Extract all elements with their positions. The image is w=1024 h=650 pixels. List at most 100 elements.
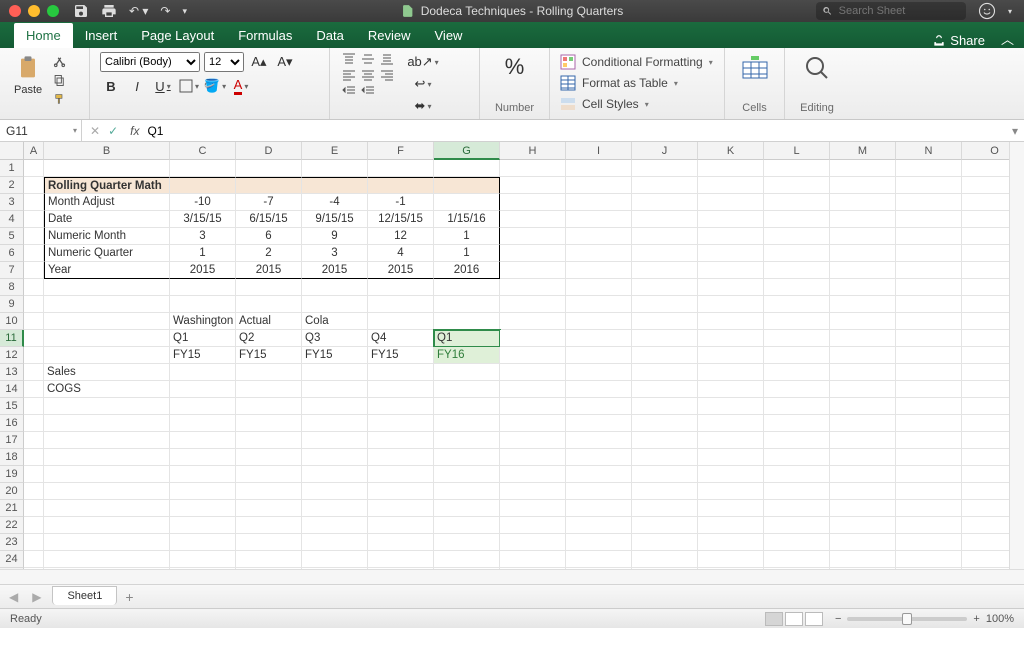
cell-B19[interactable] (44, 466, 170, 483)
cell-F3[interactable]: -1 (368, 194, 434, 211)
cell-K18[interactable] (698, 449, 764, 466)
cell-H8[interactable] (500, 279, 566, 296)
maximize-window[interactable] (47, 5, 59, 17)
cell-D8[interactable] (236, 279, 302, 296)
cell-M6[interactable] (830, 245, 896, 262)
cell-A21[interactable] (24, 500, 44, 517)
cell-N23[interactable] (896, 534, 962, 551)
cell-styles-button[interactable]: Cell Styles▾ (560, 96, 714, 112)
decrease-indent-icon[interactable] (340, 84, 358, 98)
cell-C22[interactable] (170, 517, 236, 534)
cell-H5[interactable] (500, 228, 566, 245)
font-color-button[interactable]: A (230, 76, 252, 96)
cell-D4[interactable]: 6/15/15 (236, 211, 302, 228)
cell-E13[interactable] (302, 364, 368, 381)
cell-K2[interactable] (698, 177, 764, 194)
cell-I6[interactable] (566, 245, 632, 262)
view-page-layout-icon[interactable] (785, 612, 803, 626)
cell-J16[interactable] (632, 415, 698, 432)
cell-N10[interactable] (896, 313, 962, 330)
cell-K20[interactable] (698, 483, 764, 500)
col-header-H[interactable]: H (500, 142, 566, 160)
cell-M3[interactable] (830, 194, 896, 211)
cell-N6[interactable] (896, 245, 962, 262)
cell-I4[interactable] (566, 211, 632, 228)
cell-F17[interactable] (368, 432, 434, 449)
cell-L12[interactable] (764, 347, 830, 364)
cell-N8[interactable] (896, 279, 962, 296)
cell-M4[interactable] (830, 211, 896, 228)
cell-A9[interactable] (24, 296, 44, 313)
cell-C16[interactable] (170, 415, 236, 432)
row-header-19[interactable]: 19 (0, 466, 24, 483)
cell-I3[interactable] (566, 194, 632, 211)
cell-F14[interactable] (368, 381, 434, 398)
row-header-6[interactable]: 6 (0, 245, 24, 262)
cell-G24[interactable] (434, 551, 500, 568)
cell-H18[interactable] (500, 449, 566, 466)
cell-C7[interactable]: 2015 (170, 262, 236, 279)
cell-N14[interactable] (896, 381, 962, 398)
cell-H22[interactable] (500, 517, 566, 534)
align-middle-icon[interactable] (359, 52, 377, 66)
cell-G10[interactable] (434, 313, 500, 330)
cell-I14[interactable] (566, 381, 632, 398)
cell-N13[interactable] (896, 364, 962, 381)
row-header-15[interactable]: 15 (0, 398, 24, 415)
column-headers[interactable]: ABCDEFGHIJKLMNO (24, 142, 1024, 160)
cell-L11[interactable] (764, 330, 830, 347)
cell-K10[interactable] (698, 313, 764, 330)
cell-C23[interactable] (170, 534, 236, 551)
cell-G11[interactable]: Q1 (434, 330, 500, 347)
cell-B7[interactable]: Year (44, 262, 170, 279)
conditional-formatting-button[interactable]: Conditional Formatting▾ (560, 54, 714, 70)
cell-J8[interactable] (632, 279, 698, 296)
cell-I7[interactable] (566, 262, 632, 279)
row-header-17[interactable]: 17 (0, 432, 24, 449)
cell-G1[interactable] (434, 160, 500, 177)
cell-M16[interactable] (830, 415, 896, 432)
cell-M21[interactable] (830, 500, 896, 517)
cell-M19[interactable] (830, 466, 896, 483)
row-header-10[interactable]: 10 (0, 313, 24, 330)
cell-E19[interactable] (302, 466, 368, 483)
cell-L21[interactable] (764, 500, 830, 517)
cell-B8[interactable] (44, 279, 170, 296)
cell-N9[interactable] (896, 296, 962, 313)
cell-K7[interactable] (698, 262, 764, 279)
cell-J1[interactable] (632, 160, 698, 177)
cell-J23[interactable] (632, 534, 698, 551)
cell-A8[interactable] (24, 279, 44, 296)
cell-H11[interactable] (500, 330, 566, 347)
cell-M24[interactable] (830, 551, 896, 568)
cells-insert-button[interactable] (735, 52, 774, 84)
cell-C12[interactable]: FY15 (170, 347, 236, 364)
cell-M18[interactable] (830, 449, 896, 466)
cell-L13[interactable] (764, 364, 830, 381)
cell-N18[interactable] (896, 449, 962, 466)
cell-C4[interactable]: 3/15/15 (170, 211, 236, 228)
cell-E2[interactable] (302, 177, 368, 194)
cell-L22[interactable] (764, 517, 830, 534)
bold-button[interactable]: B (100, 76, 122, 96)
cell-I15[interactable] (566, 398, 632, 415)
cell-M20[interactable] (830, 483, 896, 500)
cell-C13[interactable] (170, 364, 236, 381)
format-painter-icon[interactable] (52, 92, 67, 107)
cell-D18[interactable] (236, 449, 302, 466)
add-sheet-icon[interactable]: + (125, 589, 133, 605)
cell-F15[interactable] (368, 398, 434, 415)
cell-M15[interactable] (830, 398, 896, 415)
cell-K5[interactable] (698, 228, 764, 245)
cell-A19[interactable] (24, 466, 44, 483)
cell-I21[interactable] (566, 500, 632, 517)
cell-B16[interactable] (44, 415, 170, 432)
cell-A1[interactable] (24, 160, 44, 177)
cell-I18[interactable] (566, 449, 632, 466)
cell-C14[interactable] (170, 381, 236, 398)
cell-E14[interactable] (302, 381, 368, 398)
select-all-corner[interactable] (0, 142, 24, 160)
row-header-21[interactable]: 21 (0, 500, 24, 517)
col-header-K[interactable]: K (698, 142, 764, 160)
cell-M14[interactable] (830, 381, 896, 398)
